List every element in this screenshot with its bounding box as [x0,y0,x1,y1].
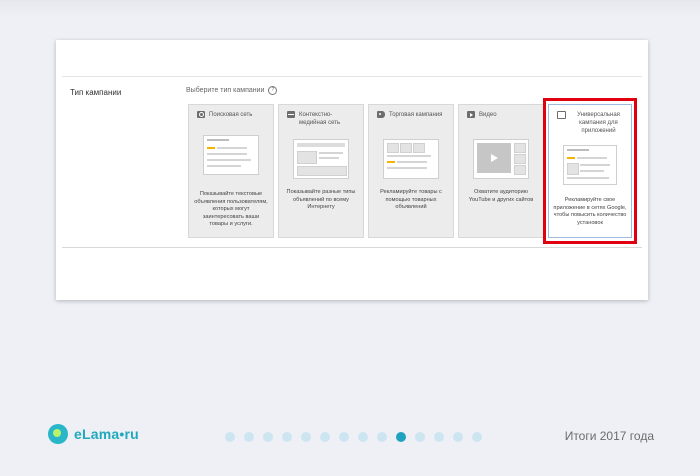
card-header: Контекстно-медийная сеть [287,111,359,127]
pagination-dot[interactable] [377,432,387,442]
pagination-dot[interactable] [320,432,330,442]
brand-name: eLama•ru [74,426,139,442]
tag-icon [377,111,385,118]
campaign-card-shopping[interactable]: Торговая кампания Рекламируйте товары с … [368,104,454,238]
elama-logo-icon [48,424,68,444]
pagination-dot[interactable] [225,432,235,442]
pagination-dot[interactable] [339,432,349,442]
pagination-dot[interactable] [263,432,273,442]
campaign-type-prompt: Выберите тип кампании ? [186,86,278,95]
video-icon [467,111,475,118]
campaign-type-label: Тип кампании [70,88,122,97]
pagination-dot[interactable] [453,432,463,442]
campaign-card-display[interactable]: Контекстно-медийная сеть Показывайте раз… [278,104,364,238]
pagination-dot-active[interactable] [396,432,406,442]
pagination-dot[interactable] [415,432,425,442]
search-icon [197,111,205,118]
card-header: Поисковая сеть [197,111,269,119]
pagination-dot[interactable] [358,432,368,442]
card-title: Поисковая сеть [209,112,253,118]
selection-highlight-frame [543,98,637,244]
card-description: Рекламируйте товары с помощью товарных о… [380,189,442,210]
card-description: Показывайте текстовые объявления пользов… [194,191,268,227]
card-description: Показывайте разные типы объявлений по вс… [286,189,356,210]
top-band [0,0,700,18]
campaign-card-search[interactable]: Поисковая сеть Показывайте текстовые объ… [188,104,274,238]
pagination-dot[interactable] [282,432,292,442]
question-circle-icon[interactable]: ? [268,86,278,95]
card-title: Видео [479,112,497,118]
card-header: Видео [467,111,539,119]
display-icon [287,111,295,118]
card-title: Контекстно-медийная сеть [299,112,341,126]
pagination-dot[interactable] [301,432,311,442]
pagination-dot[interactable] [472,432,482,442]
shopping-ad-thumbnail [383,139,439,179]
pagination-dot[interactable] [244,432,254,442]
card-title: Торговая кампания [389,112,443,118]
video-ad-thumbnail [473,139,529,179]
card-description: Охватите аудиторию YouTube и других сайт… [468,189,534,203]
prompt-text: Выберите тип кампании [186,87,265,94]
divider [62,76,642,77]
brand-logo[interactable]: eLama•ru [48,424,139,444]
pagination-dot[interactable] [434,432,444,442]
campaign-card-video[interactable]: Видео Охватите аудиторию YouTube и други… [458,104,544,238]
divider [62,247,642,248]
slide-pagination [225,432,482,442]
card-header: Торговая кампания [377,111,449,119]
presentation-title: Итоги 2017 года [564,429,654,443]
display-ad-thumbnail [293,139,349,179]
screenshot-slide: Тип кампании Выберите тип кампании ? Пои… [56,40,648,300]
search-ad-thumbnail [203,135,259,175]
